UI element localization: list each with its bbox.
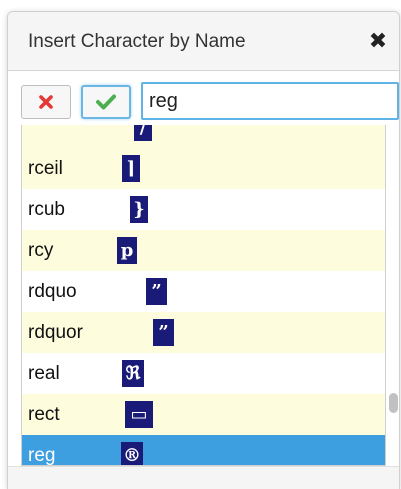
list-item-reg-selected[interactable]: reg ® bbox=[22, 435, 385, 466]
character-glyph-preview: ” bbox=[146, 278, 167, 305]
list-item-rcy[interactable]: rcy р bbox=[22, 230, 385, 271]
character-glyph-preview: р bbox=[117, 237, 137, 264]
character-glyph-preview: } bbox=[130, 196, 148, 223]
character-glyph-preview: ▭ bbox=[125, 401, 153, 428]
close-icon[interactable]: ✖ bbox=[367, 30, 389, 52]
list-item-real[interactable]: real ℜ bbox=[22, 353, 385, 394]
character-name: reg bbox=[28, 445, 56, 466]
red-x-icon bbox=[39, 95, 53, 109]
character-glyph-preview: ℜ bbox=[122, 360, 144, 387]
list-item-rdquo[interactable]: rdquo ” bbox=[22, 271, 385, 312]
list-item-rceil[interactable]: rceil ⌉ bbox=[22, 148, 385, 189]
cancel-button[interactable] bbox=[21, 85, 71, 119]
character-name: rceil bbox=[28, 158, 63, 179]
list-item-rect[interactable]: rect ▭ bbox=[22, 394, 385, 435]
list-scrollbar[interactable] bbox=[388, 125, 399, 466]
dialog-bottom-bar bbox=[8, 466, 399, 489]
scrollbar-thumb[interactable] bbox=[389, 393, 398, 413]
character-name-search-input[interactable] bbox=[141, 82, 399, 120]
green-checkmark-icon bbox=[96, 94, 116, 110]
list-item-rcub[interactable]: rcub } bbox=[22, 189, 385, 230]
insert-character-dialog: Insert Character by Name ✖ / rceil ⌉ rcu… bbox=[7, 11, 400, 489]
character-glyph-preview: ⌉ bbox=[122, 155, 140, 182]
character-name: rcub bbox=[28, 199, 65, 220]
character-name: rdquo bbox=[28, 281, 77, 302]
dialog-title: Insert Character by Name bbox=[28, 31, 246, 52]
character-glyph-preview: / bbox=[134, 125, 152, 141]
character-name: rcy bbox=[28, 240, 54, 261]
dialog-toolbar bbox=[8, 72, 399, 122]
list-item-partial[interactable]: / bbox=[22, 125, 385, 148]
character-list[interactable]: / rceil ⌉ rcub } rcy р rdquo ” rdquor ” … bbox=[21, 125, 386, 466]
character-glyph-preview: ” bbox=[153, 319, 174, 346]
list-item-rdquor[interactable]: rdquor ” bbox=[22, 312, 385, 353]
dialog-titlebar: Insert Character by Name ✖ bbox=[8, 12, 399, 71]
character-name: rdquor bbox=[28, 322, 83, 343]
character-name: real bbox=[28, 363, 60, 384]
character-name: rect bbox=[28, 404, 60, 425]
ok-button[interactable] bbox=[81, 85, 131, 119]
character-glyph-preview: ® bbox=[121, 442, 143, 465]
